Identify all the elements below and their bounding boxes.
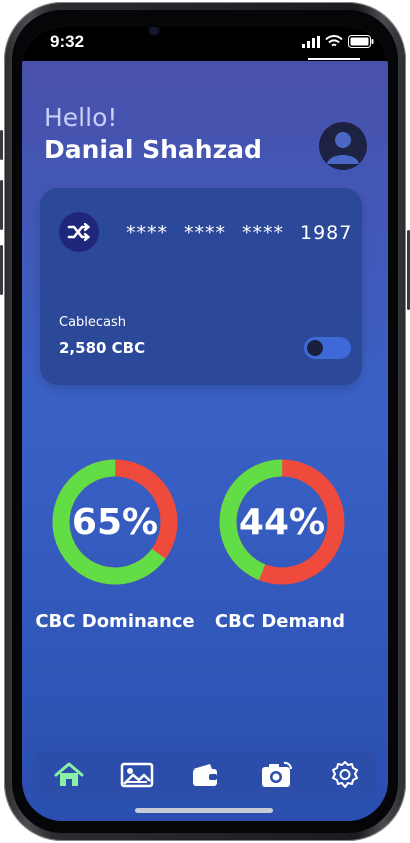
dominance-value: 65% (71, 501, 159, 543)
nav-home[interactable] (51, 759, 87, 791)
greeting-text: Hello! (44, 103, 118, 132)
status-icons (302, 35, 374, 48)
wallet-icon (193, 764, 217, 786)
dominance-label: CBC Dominance (35, 611, 195, 632)
demand-label: CBC Demand (214, 611, 346, 632)
signal-icon (302, 35, 320, 48)
card-toggle[interactable] (304, 337, 351, 359)
status-underline (308, 58, 360, 60)
volume-down-button (0, 245, 3, 295)
bottom-nav (33, 751, 377, 799)
nav-camera[interactable] (259, 759, 295, 791)
battery-icon (348, 35, 374, 48)
volume-up-button (0, 180, 3, 230)
silent-switch (0, 130, 3, 160)
nav-settings[interactable] (327, 759, 363, 791)
user-name: Danial Shahzad (44, 135, 262, 164)
card-balance: 2,580 CBC (59, 339, 146, 357)
card-number: **** **** **** 1987 (126, 222, 352, 244)
card-number-group: **** (184, 222, 226, 244)
nav-gallery[interactable] (119, 759, 155, 791)
app-screen: 9:32 Hello! Danial Shahzad **** **** ***… (22, 27, 388, 821)
shuffle-icon (59, 212, 99, 252)
home-indicator[interactable] (135, 808, 273, 813)
demand-gauge: 44% (218, 458, 346, 586)
toggle-knob (307, 340, 323, 356)
user-avatar-icon[interactable] (319, 122, 367, 170)
card-number-group: **** (242, 222, 284, 244)
crypto-card[interactable]: **** **** **** 1987 Cablecash 2,580 CBC (40, 188, 362, 385)
nav-wallet[interactable] (187, 759, 223, 791)
gear-icon (332, 761, 358, 788)
card-name: Cablecash (59, 315, 127, 330)
status-bar: 9:32 (22, 27, 388, 61)
card-number-last: 1987 (300, 222, 353, 244)
image-icon (120, 762, 154, 788)
home-icon (54, 762, 84, 786)
status-time: 9:32 (50, 32, 85, 51)
wifi-icon (325, 35, 343, 47)
card-number-group: **** (126, 222, 168, 244)
dominance-gauge: 65% (51, 458, 179, 586)
demand-value: 44% (238, 501, 326, 543)
camera-icon (262, 761, 293, 787)
front-camera (150, 27, 158, 34)
